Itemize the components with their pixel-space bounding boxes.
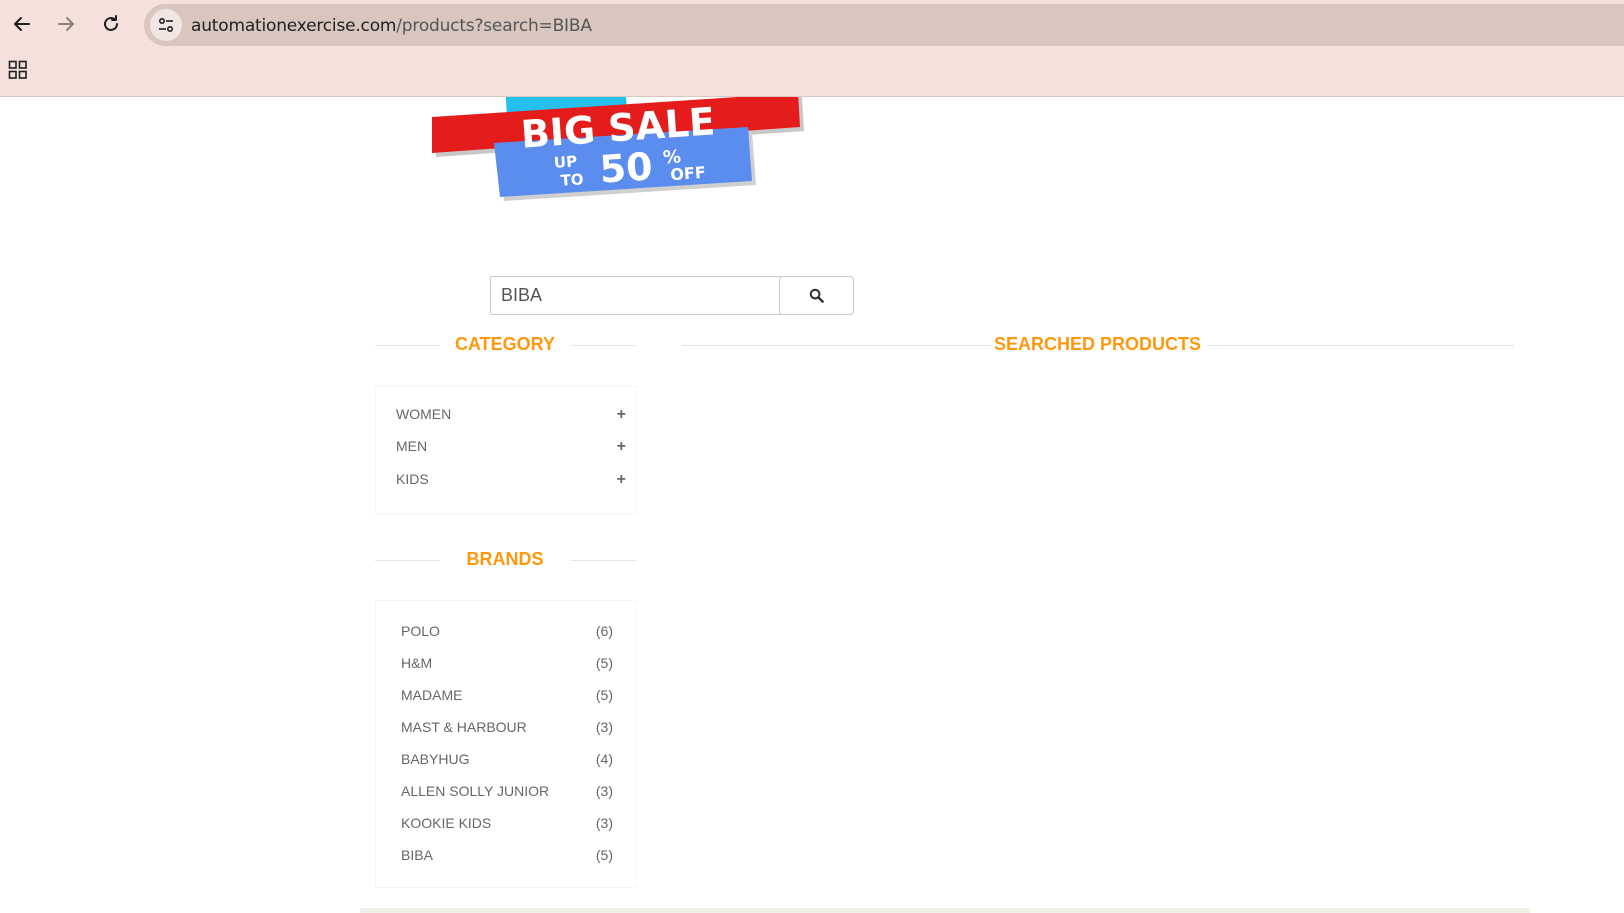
divider-line bbox=[375, 345, 440, 346]
search-icon bbox=[809, 288, 824, 303]
divider-line bbox=[571, 560, 636, 561]
brand-label: ALLEN SOLLY JUNIOR bbox=[401, 783, 550, 799]
search-button[interactable] bbox=[779, 276, 854, 315]
category-label: KIDS bbox=[396, 471, 429, 487]
divider-line bbox=[682, 345, 992, 346]
sale-off-text: OFF bbox=[670, 163, 707, 184]
back-arrow-icon bbox=[14, 17, 30, 31]
divider-line bbox=[1206, 345, 1514, 346]
divider-line bbox=[571, 345, 636, 346]
brand-item[interactable]: MADAME (5) bbox=[401, 687, 613, 703]
brand-label: KOOKIE KIDS bbox=[401, 815, 492, 831]
brand-label: BABYHUG bbox=[401, 751, 470, 767]
url-text: automationexercise.com/products?search=B… bbox=[191, 16, 592, 36]
address-bar[interactable]: automationexercise.com/products?search=B… bbox=[144, 4, 1624, 46]
brand-label: H&M bbox=[401, 655, 433, 671]
category-item-kids[interactable]: KIDS + bbox=[396, 471, 626, 491]
searched-products-title: Searched Products bbox=[993, 334, 1202, 354]
url-domain: automationexercise.com bbox=[191, 16, 397, 36]
category-label: MEN bbox=[396, 438, 428, 454]
category-label: WOMEN bbox=[396, 406, 452, 422]
plus-icon[interactable]: + bbox=[617, 471, 626, 489]
brands-title: Brands bbox=[466, 549, 544, 569]
brand-count: (6) bbox=[595, 623, 613, 639]
back-button[interactable] bbox=[6, 8, 38, 40]
category-item-men[interactable]: MEN + bbox=[396, 438, 626, 458]
brand-item[interactable]: POLO (6) bbox=[401, 623, 613, 639]
apps-button[interactable] bbox=[8, 60, 28, 80]
brand-count: (3) bbox=[595, 719, 613, 735]
url-path: /products?search=BIBA bbox=[396, 16, 592, 36]
divider-line bbox=[375, 560, 440, 561]
brand-label: MAST & HARBOUR bbox=[401, 719, 527, 735]
sale-up-text: UP bbox=[553, 152, 577, 172]
brand-count: (5) bbox=[595, 687, 613, 703]
brand-label: BIBA bbox=[401, 847, 433, 863]
brand-count: (3) bbox=[595, 783, 613, 799]
brand-item[interactable]: ALLEN SOLLY JUNIOR (3) bbox=[401, 783, 613, 799]
forward-arrow-icon bbox=[58, 17, 74, 31]
reload-button[interactable] bbox=[95, 8, 127, 40]
footer-divider bbox=[360, 908, 1530, 913]
bookmarks-bar bbox=[0, 50, 1624, 97]
brand-label: MADAME bbox=[401, 687, 463, 703]
plus-icon[interactable]: + bbox=[617, 406, 626, 424]
brands-panel: POLO (6) H&M (5) MADAME (5) MAST & HARBO… bbox=[375, 600, 637, 888]
brand-item[interactable]: H&M (5) bbox=[401, 655, 613, 671]
brand-item[interactable]: KOOKIE KIDS (3) bbox=[401, 815, 613, 831]
sale-to-text: TO bbox=[560, 170, 584, 190]
page-content: BIG SALE UP TO 50 % OFF BIBA Category Se… bbox=[0, 97, 1624, 913]
category-panel: WOMEN + MEN + KIDS + bbox=[375, 386, 637, 515]
site-info-button[interactable] bbox=[150, 9, 182, 41]
search-input[interactable]: BIBA bbox=[490, 276, 782, 315]
brand-count: (5) bbox=[595, 847, 613, 863]
category-title: Category bbox=[454, 334, 555, 354]
category-item-women[interactable]: WOMEN + bbox=[396, 406, 626, 426]
brand-item[interactable]: BABYHUG (4) bbox=[401, 751, 613, 767]
brand-count: (5) bbox=[595, 655, 613, 671]
forward-button[interactable] bbox=[50, 8, 82, 40]
brand-item[interactable]: BIBA (5) bbox=[401, 847, 613, 863]
tune-icon bbox=[158, 17, 174, 33]
brand-count: (4) bbox=[595, 751, 613, 767]
brand-count: (3) bbox=[595, 815, 613, 831]
browser-toolbar: automationexercise.com/products?search=B… bbox=[0, 0, 1624, 50]
apps-grid-icon bbox=[8, 60, 27, 79]
plus-icon[interactable]: + bbox=[617, 438, 626, 456]
reload-icon bbox=[104, 15, 118, 31]
sale-percent-value: 50 bbox=[598, 144, 654, 192]
brand-label: POLO bbox=[401, 623, 440, 639]
brand-item[interactable]: MAST & HARBOUR (3) bbox=[401, 719, 613, 735]
